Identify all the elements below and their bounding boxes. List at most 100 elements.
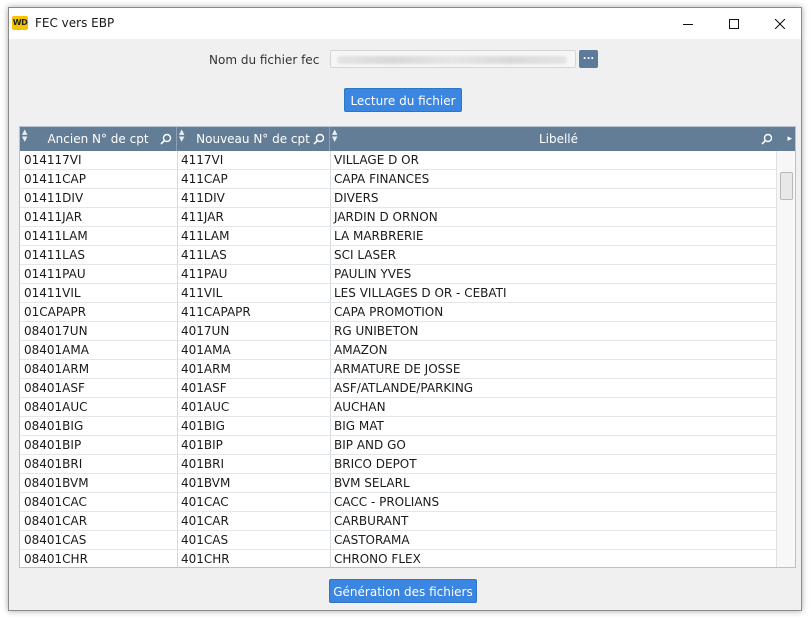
new-account-cell[interactable]: 411CAPAPR [177, 303, 331, 321]
sort-icon[interactable]: ▲ ▼ [332, 129, 337, 143]
old-account-cell[interactable]: 01411DIV [20, 189, 178, 207]
title-bar[interactable]: WD FEC vers EBP [9, 8, 801, 39]
search-icon[interactable] [313, 133, 325, 145]
label-cell[interactable]: ASF/ATLANDE/PARKING [330, 379, 774, 397]
browse-button[interactable]: ... [579, 50, 598, 68]
label-cell[interactable]: AMAZON [330, 341, 774, 359]
table-row[interactable]: 01411VIL 411VIL LES VILLAGES D OR - CEBATI [20, 284, 777, 303]
label-cell[interactable]: CAPA FINANCES [330, 170, 774, 188]
old-account-cell[interactable]: 08401BIG [20, 417, 178, 435]
table-row[interactable]: 08401ASF 401ASF ASF/ATLANDE/PARKING [20, 379, 777, 398]
old-account-cell[interactable]: 08401BRI [20, 455, 178, 473]
old-account-cell[interactable]: 08401CHR [20, 550, 178, 567]
label-cell[interactable]: CASTORAMA [330, 531, 774, 549]
old-account-cell[interactable]: 014117VI [20, 151, 178, 169]
label-cell[interactable]: CAPA PROMOTION [330, 303, 774, 321]
maximize-button[interactable] [711, 8, 757, 39]
minimize-button[interactable] [665, 8, 711, 39]
label-cell[interactable]: ARMATURE DE JOSSE [330, 360, 774, 378]
new-account-cell[interactable]: 411LAS [177, 246, 331, 264]
new-account-cell[interactable]: 401ARM [177, 360, 331, 378]
table-row[interactable]: 08401AMA 401AMA AMAZON [20, 341, 777, 360]
old-account-cell[interactable]: 08401BIP [20, 436, 178, 454]
table-row[interactable]: 01411CAP 411CAP CAPA FINANCES [20, 170, 777, 189]
column-header-old-account[interactable]: ▲ ▼ Ancien N° de cpt [20, 127, 177, 151]
label-cell[interactable]: JARDIN D ORNON [330, 208, 774, 226]
label-cell[interactable]: LES VILLAGES D OR - CEBATI [330, 284, 774, 302]
table-row[interactable]: 01411PAU 411PAU PAULIN YVES [20, 265, 777, 284]
new-account-cell[interactable]: 401AMA [177, 341, 331, 359]
old-account-cell[interactable]: 08401CAR [20, 512, 178, 530]
file-path-input[interactable] [330, 50, 576, 68]
new-account-cell[interactable]: 4017UN [177, 322, 331, 340]
scroll-right-icon[interactable]: ▸ [787, 127, 792, 151]
old-account-cell[interactable]: 08401CAC [20, 493, 178, 511]
table-row[interactable]: 08401BRI 401BRI BRICO DEPOT [20, 455, 777, 474]
read-file-button[interactable]: Lecture du fichier [344, 88, 462, 112]
new-account-cell[interactable]: 401AUC [177, 398, 331, 416]
label-cell[interactable]: BRICO DEPOT [330, 455, 774, 473]
table-row[interactable]: 08401CAR 401CAR CARBURANT [20, 512, 777, 531]
label-cell[interactable]: BIG MAT [330, 417, 774, 435]
table-row[interactable]: 01411JAR 411JAR JARDIN D ORNON [20, 208, 777, 227]
table-row[interactable]: 084017UN 4017UN RG UNIBETON [20, 322, 777, 341]
label-cell[interactable]: BVM SELARL [330, 474, 774, 492]
new-account-cell[interactable]: 401CAS [177, 531, 331, 549]
label-cell[interactable]: CARBURANT [330, 512, 774, 530]
old-account-cell[interactable]: 01411VIL [20, 284, 178, 302]
old-account-cell[interactable]: 08401AUC [20, 398, 178, 416]
label-cell[interactable]: AUCHAN [330, 398, 774, 416]
new-account-cell[interactable]: 411CAP [177, 170, 331, 188]
column-header-label-col[interactable]: ▲ ▼ Libellé [330, 127, 787, 151]
new-account-cell[interactable]: 411DIV [177, 189, 331, 207]
new-account-cell[interactable]: 411JAR [177, 208, 331, 226]
new-account-cell[interactable]: 411VIL [177, 284, 331, 302]
new-account-cell[interactable]: 401CAR [177, 512, 331, 530]
table-row[interactable]: 08401ARM 401ARM ARMATURE DE JOSSE [20, 360, 777, 379]
table-row[interactable]: 08401AUC 401AUC AUCHAN [20, 398, 777, 417]
old-account-cell[interactable]: 01CAPAPR [20, 303, 178, 321]
generate-files-button[interactable]: Génération des fichiers [329, 579, 477, 603]
new-account-cell[interactable]: 401CAC [177, 493, 331, 511]
new-account-cell[interactable]: 411LAM [177, 227, 331, 245]
new-account-cell[interactable]: 411PAU [177, 265, 331, 283]
label-cell[interactable]: CHRONO FLEX [330, 550, 774, 567]
old-account-cell[interactable]: 08401CAS [20, 531, 178, 549]
scrollbar-thumb[interactable] [780, 172, 793, 200]
label-cell[interactable]: RG UNIBETON [330, 322, 774, 340]
label-cell[interactable]: CACC - PROLIANS [330, 493, 774, 511]
old-account-cell[interactable]: 01411PAU [20, 265, 178, 283]
new-account-cell[interactable]: 401BIP [177, 436, 331, 454]
table-row[interactable]: 014117VI 4117VI VILLAGE D OR [20, 151, 777, 170]
table-row[interactable]: 08401CAC 401CAC CACC - PROLIANS [20, 493, 777, 512]
table-row[interactable]: 01411DIV 411DIV DIVERS [20, 189, 777, 208]
new-account-cell[interactable]: 401CHR [177, 550, 331, 567]
table-row[interactable]: 01411LAM 411LAM LA MARBRERIE [20, 227, 777, 246]
table-row[interactable]: 08401BIG 401BIG BIG MAT [20, 417, 777, 436]
old-account-cell[interactable]: 01411LAS [20, 246, 178, 264]
table-row[interactable]: 01CAPAPR 411CAPAPR CAPA PROMOTION [20, 303, 777, 322]
old-account-cell[interactable]: 01411LAM [20, 227, 178, 245]
table-row[interactable]: 08401CAS 401CAS CASTORAMA [20, 531, 777, 550]
vertical-scrollbar[interactable] [776, 151, 795, 567]
sort-icon[interactable]: ▲ ▼ [22, 129, 27, 143]
search-icon[interactable] [160, 133, 172, 145]
label-cell[interactable]: VILLAGE D OR [330, 151, 774, 169]
table-row[interactable]: 08401BVM 401BVM BVM SELARL [20, 474, 777, 493]
label-cell[interactable]: LA MARBRERIE [330, 227, 774, 245]
old-account-cell[interactable]: 01411JAR [20, 208, 178, 226]
table-row[interactable]: 08401BIP 401BIP BIP AND GO [20, 436, 777, 455]
new-account-cell[interactable]: 401BVM [177, 474, 331, 492]
old-account-cell[interactable]: 08401ASF [20, 379, 178, 397]
old-account-cell[interactable]: 08401BVM [20, 474, 178, 492]
label-cell[interactable]: SCI LASER [330, 246, 774, 264]
new-account-cell[interactable]: 4117VI [177, 151, 331, 169]
old-account-cell[interactable]: 08401AMA [20, 341, 178, 359]
table-row[interactable]: 01411LAS 411LAS SCI LASER [20, 246, 777, 265]
label-cell[interactable]: BIP AND GO [330, 436, 774, 454]
old-account-cell[interactable]: 01411CAP [20, 170, 178, 188]
table-row[interactable]: 08401CHR 401CHR CHRONO FLEX [20, 550, 777, 567]
new-account-cell[interactable]: 401BIG [177, 417, 331, 435]
new-account-cell[interactable]: 401ASF [177, 379, 331, 397]
sort-icon[interactable]: ▲ ▼ [179, 129, 184, 143]
